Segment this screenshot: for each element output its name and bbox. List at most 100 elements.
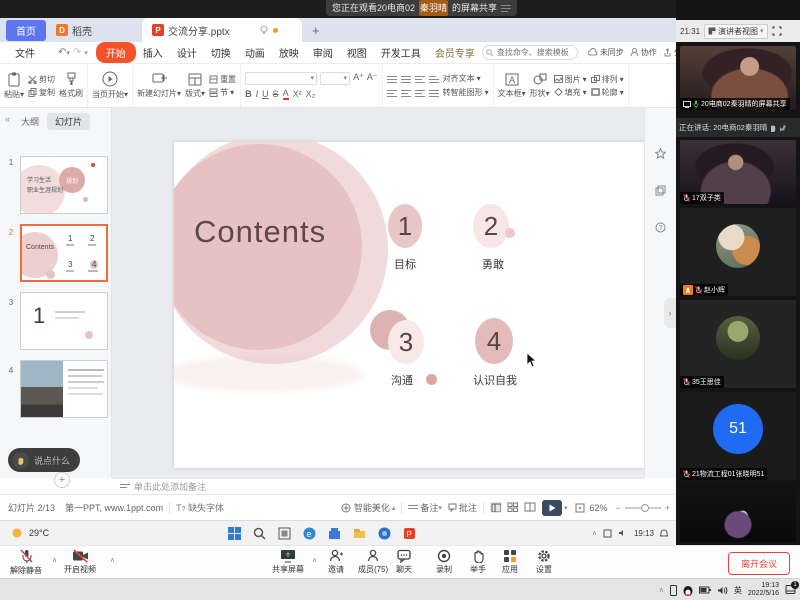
more-quick-icon[interactable]: ▾ (84, 49, 88, 57)
grow-font-button[interactable]: A⁺ (353, 72, 364, 85)
panels-icon[interactable] (655, 185, 666, 196)
battery-icon[interactable] (699, 586, 711, 594)
zoom-slider-knob[interactable] (641, 504, 649, 512)
unmute-button[interactable]: 解除静音 (10, 549, 42, 576)
settings-button[interactable]: 设置 (536, 549, 552, 575)
zoom-slider[interactable] (625, 507, 661, 509)
help-icon[interactable]: ? (655, 222, 666, 233)
menu-animation[interactable]: 动画 (238, 43, 272, 62)
underline-button[interactable]: U (262, 89, 269, 99)
taskbar-clock[interactable]: 19:13 2022/5/16 (748, 582, 779, 598)
zoom-level[interactable]: 62% (589, 503, 607, 513)
leave-meeting-button[interactable]: 离开会议 (728, 552, 790, 575)
smart-graphic-button[interactable]: 转智能图形▾ (443, 87, 489, 98)
font-color-button[interactable]: A (283, 88, 289, 100)
play-from-current-button[interactable]: 当页开始▾ (92, 71, 128, 100)
wps-document-tab[interactable]: P 交流分享.pptx (142, 18, 302, 42)
slideshow-play-button[interactable] (542, 500, 562, 516)
remote-clock[interactable]: 19:13 (634, 529, 654, 538)
invite-button[interactable]: 邀请 (328, 549, 344, 575)
outline-button[interactable]: 轮廓▾ (591, 87, 624, 98)
align-right-icon[interactable] (415, 89, 425, 97)
bold-button[interactable]: B (245, 89, 252, 99)
slide-thumbnail-1[interactable]: 规划 学习生活 职业生涯规划 (20, 156, 108, 214)
unmute-options-caret[interactable]: ∧ (52, 556, 57, 564)
fit-window-icon[interactable] (575, 503, 585, 513)
number-list-icon[interactable] (401, 75, 411, 83)
video-tile-6[interactable] (680, 484, 796, 542)
video-options-caret[interactable]: ∧ (110, 556, 115, 564)
indent-increase-icon[interactable] (429, 75, 439, 83)
menu-file[interactable]: 文件 (8, 43, 42, 62)
slide-thumbnail-2-selected[interactable]: Contents 1 2 3 4 (20, 224, 108, 282)
arrange-button[interactable]: 排列▾ (591, 74, 624, 85)
notes-bar[interactable]: 单击此处添加备注 (112, 478, 644, 494)
menu-slideshow[interactable]: 放映 (272, 43, 306, 62)
slide-thumbnail-3[interactable]: 1 (20, 292, 108, 350)
missing-font-warning[interactable]: T? 缺失字体 (176, 501, 224, 514)
italic-button[interactable]: I (256, 89, 259, 99)
zoom-out-button[interactable]: − (615, 503, 620, 513)
strike-button[interactable]: S (273, 89, 279, 99)
menu-design[interactable]: 设计 (170, 43, 204, 62)
share-screen-button[interactable]: 共享屏幕 (272, 549, 304, 575)
normal-view-icon[interactable] (490, 502, 502, 513)
qq-penguin-icon[interactable] (683, 585, 693, 596)
tray-expand-icon[interactable]: ∧ (659, 586, 664, 594)
phone-link-icon[interactable] (670, 585, 677, 596)
shrink-font-button[interactable]: A⁻ (367, 72, 378, 85)
wps-taskbar-icon[interactable]: P (403, 527, 416, 540)
redo-icon[interactable]: ↷ (73, 47, 81, 58)
superscript-button[interactable]: X² (293, 89, 302, 99)
remote-volume-icon[interactable] (618, 529, 628, 537)
slide-thumbnail-4[interactable] (20, 360, 108, 418)
menu-member[interactable]: 会员专享 (428, 43, 482, 62)
menu-start[interactable]: 开始 (96, 42, 136, 63)
remote-notification-icon[interactable] (660, 529, 668, 538)
wps-home-button[interactable]: 首页 (6, 20, 46, 41)
star-icon[interactable] (655, 148, 666, 159)
wps-docer-tab[interactable]: D 稻壳 (46, 18, 102, 42)
cut-button[interactable]: 剪切 (28, 74, 55, 85)
reaction-plus-button[interactable]: + (54, 472, 70, 488)
sync-status[interactable]: 未同步 (588, 47, 624, 58)
comment-button[interactable]: 批注 (459, 501, 477, 514)
start-video-button[interactable]: 开启视频 (64, 549, 96, 575)
align-center-icon[interactable] (401, 89, 411, 97)
paste-button[interactable]: 粘贴▾ (4, 72, 24, 100)
note-button[interactable]: 备注 (420, 501, 438, 514)
layout-button[interactable]: 版式▾ (185, 73, 205, 99)
windows-start-icon[interactable] (228, 527, 241, 540)
command-search[interactable] (482, 45, 578, 60)
new-tab-button[interactable]: + (302, 18, 330, 42)
ime-indicator[interactable]: 英 (734, 585, 742, 596)
subscript-button[interactable]: X₂ (306, 89, 316, 99)
fullscreen-icon[interactable] (772, 26, 782, 36)
copy-button[interactable]: 复制 (28, 87, 55, 98)
video-tile-4[interactable]: 35王思佳 (680, 300, 796, 388)
indent-decrease-icon[interactable] (415, 75, 425, 83)
video-tile-2[interactable]: 17双子类 (680, 140, 796, 204)
smart-beautify-button[interactable]: 智能美化 (354, 501, 390, 514)
align-text-button[interactable]: 对齐文本▾ (443, 73, 481, 84)
font-size-select[interactable]: ▾ (320, 72, 350, 85)
reading-view-icon[interactable] (524, 502, 536, 513)
share-options-caret[interactable]: ∧ (312, 556, 317, 564)
align-left-icon[interactable] (387, 89, 397, 97)
fill-button[interactable]: 填充▾ (554, 87, 587, 98)
video-tile-presenter[interactable]: 20电商02秦羽晴的屏幕共享 (680, 46, 796, 110)
raise-hand-button[interactable]: 举手 (470, 549, 486, 575)
menu-review[interactable]: 审阅 (306, 43, 340, 62)
members-button[interactable]: 成员(75) (358, 549, 388, 575)
file-explorer-icon[interactable] (353, 527, 366, 540)
sidebar-collapse-handle[interactable]: › (664, 298, 676, 328)
menu-view[interactable]: 视图 (340, 43, 374, 62)
weather-widget[interactable]: 29°C (10, 526, 49, 540)
picture-button[interactable]: 图片▾ (554, 74, 587, 85)
task-view-icon[interactable] (278, 527, 291, 540)
format-painter-button[interactable]: 格式刷 (59, 72, 83, 99)
collapse-panel-icon[interactable]: « (5, 114, 10, 124)
banner-menu-icon[interactable] (501, 4, 511, 12)
notification-center[interactable]: 1 (785, 584, 796, 597)
remote-tray-expand[interactable]: ∧ (592, 529, 597, 537)
